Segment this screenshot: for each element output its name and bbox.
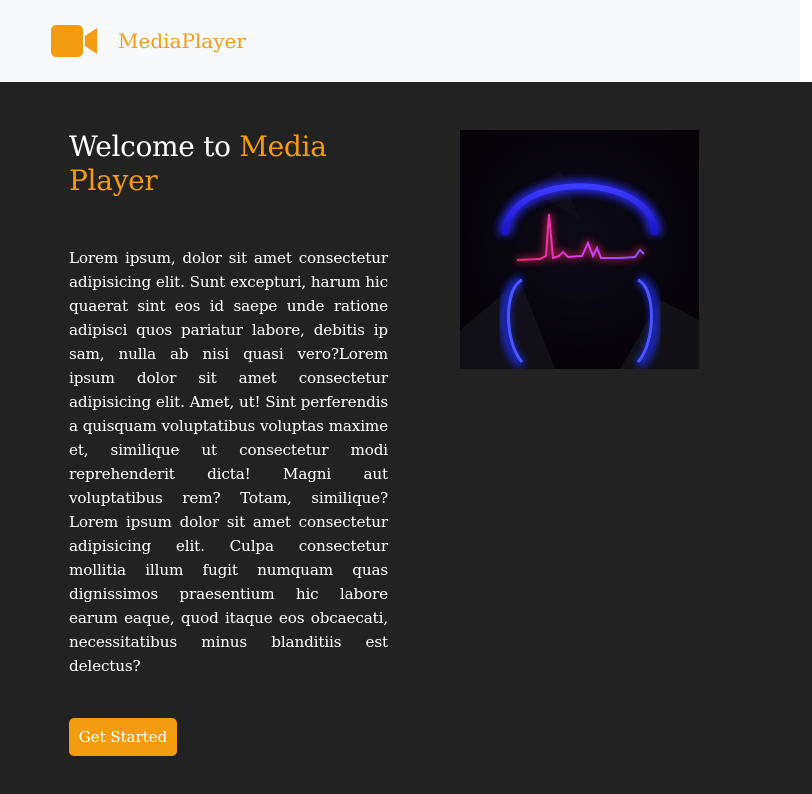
brand-name[interactable]: MediaPlayer <box>118 29 246 53</box>
video-camera-icon[interactable] <box>51 25 99 57</box>
hero-description: Lorem ipsum, dolor sit amet consectetur … <box>69 249 388 675</box>
headphones-waveform-image <box>460 130 699 369</box>
navbar: MediaPlayer <box>0 0 800 82</box>
page-edge <box>800 0 812 82</box>
hero-title: Welcome to Media Player <box>69 130 369 198</box>
get-started-button[interactable]: Get Started <box>69 718 177 756</box>
hero-title-prefix: Welcome to <box>69 130 240 163</box>
headphones-image <box>460 130 699 369</box>
